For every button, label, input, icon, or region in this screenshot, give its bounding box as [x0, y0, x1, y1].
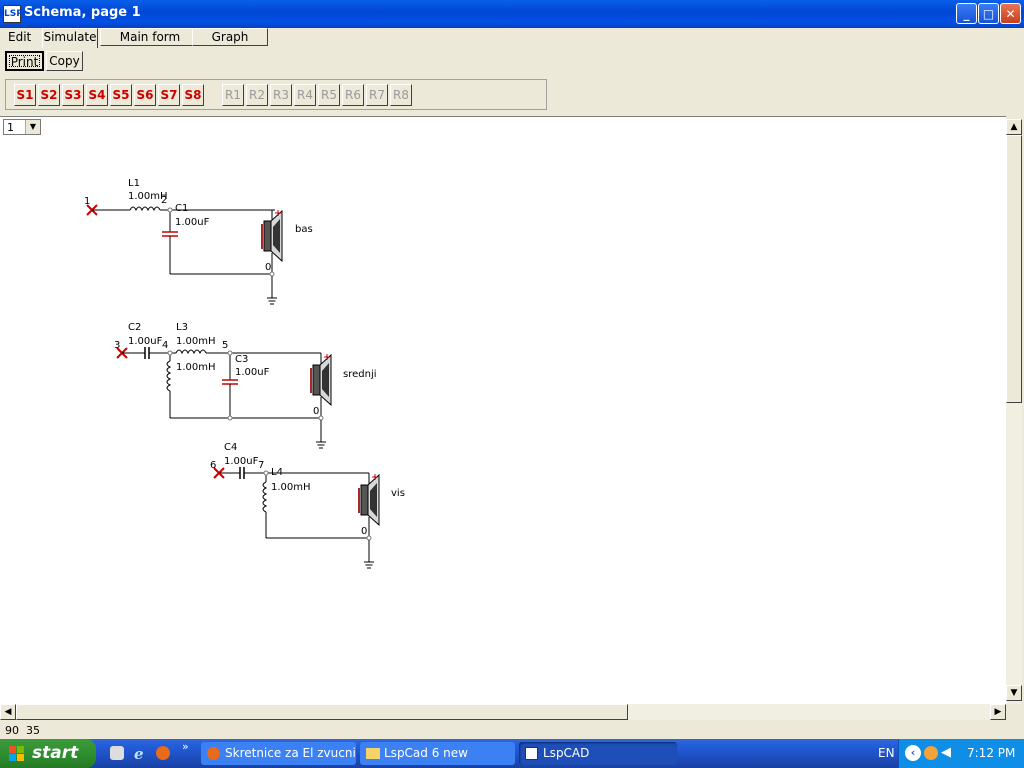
tab-simulate[interactable]: Simulate: [42, 28, 98, 48]
l3-name: L3: [176, 322, 188, 333]
c1-name: C1: [175, 203, 188, 214]
c2-name: C2: [128, 322, 141, 333]
close-button[interactable]: ✕: [1000, 3, 1021, 24]
r3-button: R3: [270, 84, 292, 106]
l1-name: L1: [128, 178, 140, 189]
start-button[interactable]: start: [0, 739, 96, 768]
firefox-icon[interactable]: [156, 746, 170, 760]
clock[interactable]: 7:12 PM: [967, 746, 1015, 760]
window-title: Schema, page 1: [24, 5, 141, 20]
r4-button: R4: [294, 84, 316, 106]
show-desktop-icon[interactable]: [110, 746, 124, 760]
node-label: 3: [114, 340, 120, 351]
system-tray: ‹ ◀ 7:12 PM: [898, 739, 1024, 768]
s1-button[interactable]: S1: [14, 84, 36, 106]
speaker-label-vis: vis: [391, 488, 405, 499]
tray-expand-icon[interactable]: ‹: [905, 745, 921, 761]
schematic-drawing: 1 L1 1.00mH 2 C1 1.00uF 0 bas 3 C2 1.00u…: [84, 178, 405, 569]
scroll-up-arrow-icon[interactable]: ▲: [1006, 119, 1022, 135]
speaker-label-srednji: srednji: [343, 369, 377, 380]
node-label: 1: [84, 196, 90, 207]
c3-name: C3: [235, 354, 248, 365]
app-icon: LSP: [3, 5, 23, 23]
task-button-folder[interactable]: LspCad 6 new: [360, 742, 515, 765]
page-select[interactable]: 1 ▼: [3, 119, 41, 135]
s6-button[interactable]: S6: [134, 84, 156, 106]
windows-logo-icon: [9, 746, 25, 762]
copy-button[interactable]: Copy: [46, 51, 83, 71]
c2-value: 1.00uF: [128, 336, 163, 347]
r1-button: R1: [222, 84, 244, 106]
node-label: 2: [161, 195, 167, 206]
task-label: LspCad 6 new: [384, 746, 468, 760]
tab-edit[interactable]: Edit: [8, 28, 31, 47]
r6-button: R6: [342, 84, 364, 106]
circuit-srednji: 3 C2 1.00uF 4 L3 1.00mH 5 1.00mH C3 1.00…: [114, 322, 377, 449]
scroll-right-arrow-icon[interactable]: ▶: [990, 704, 1006, 720]
lspcad-icon: [525, 747, 538, 760]
status-coords: 90 35: [5, 724, 40, 737]
s5-button[interactable]: S5: [110, 84, 132, 106]
firefox-icon: [207, 747, 220, 760]
s8-button[interactable]: S8: [182, 84, 204, 106]
c4-value: 1.00uF: [224, 456, 259, 467]
r2-button: R2: [246, 84, 268, 106]
internet-explorer-icon[interactable]: e: [134, 745, 144, 763]
node-label: 5: [222, 340, 228, 351]
start-label: start: [32, 743, 79, 763]
c1-value: 1.00uF: [175, 217, 210, 228]
horizontal-scrollbar[interactable]: ◀ ▶: [0, 704, 1006, 720]
l3-value: 1.00mH: [176, 336, 216, 347]
horizontal-scroll-thumb[interactable]: [16, 704, 628, 720]
ground-node-label: 0: [265, 262, 271, 273]
node-label: 7: [258, 460, 264, 471]
l4-name: L4: [271, 467, 283, 478]
tray-app-icon[interactable]: [924, 746, 938, 760]
quick-launch-chevron-icon[interactable]: »: [182, 740, 189, 753]
node-label: 6: [210, 460, 216, 471]
volume-icon[interactable]: ◀: [941, 745, 951, 760]
task-label: LspCAD: [543, 746, 590, 760]
c4-name: C4: [224, 442, 237, 453]
r7-button: R7: [366, 84, 388, 106]
s2-button[interactable]: S2: [38, 84, 60, 106]
r8-button: R8: [390, 84, 412, 106]
s4-button[interactable]: S4: [86, 84, 108, 106]
print-button[interactable]: Print: [5, 51, 44, 71]
language-indicator[interactable]: EN: [878, 746, 895, 760]
task-button-lspcad[interactable]: LspCAD: [519, 742, 677, 765]
main-form-button[interactable]: Main form: [100, 28, 200, 46]
vertical-scrollbar[interactable]: ▲ ▼: [1006, 119, 1022, 704]
chevron-down-icon[interactable]: ▼: [25, 120, 40, 134]
circuit-bas: 1 L1 1.00mH 2 C1 1.00uF 0 bas: [84, 178, 313, 305]
s7-button[interactable]: S7: [158, 84, 180, 106]
s3-button[interactable]: S3: [62, 84, 84, 106]
scroll-down-arrow-icon[interactable]: ▼: [1006, 685, 1022, 701]
node-label: 4: [162, 340, 168, 351]
c3-value: 1.00uF: [235, 367, 270, 378]
circuit-vis: 6 C4 1.00uF 7 L4 1.00mH 0 vis: [210, 442, 405, 569]
ground-node-label: 0: [361, 526, 367, 537]
schematic-canvas[interactable]: 1 L1 1.00mH 2 C1 1.00uF 0 bas 3 C2 1.00u…: [0, 116, 1006, 705]
speaker-label-bas: bas: [295, 224, 313, 235]
r5-button: R5: [318, 84, 340, 106]
scroll-left-arrow-icon[interactable]: ◀: [0, 704, 16, 720]
task-button-firefox[interactable]: Skretnice za El zvucni...: [201, 742, 356, 765]
l4-value: 1.00mH: [271, 482, 311, 493]
task-label: Skretnice za El zvucni...: [225, 746, 356, 760]
graph-button[interactable]: Graph: [192, 28, 268, 46]
page-select-value: 1: [7, 121, 14, 134]
title-bar: [0, 0, 1024, 28]
maximize-button[interactable]: □: [978, 3, 999, 24]
vertical-scroll-thumb[interactable]: [1006, 135, 1022, 403]
l2-value: 1.00mH: [176, 362, 216, 373]
folder-icon: [366, 748, 380, 759]
ground-node-label: 0: [313, 406, 319, 417]
minimize-button[interactable]: _: [956, 3, 977, 24]
